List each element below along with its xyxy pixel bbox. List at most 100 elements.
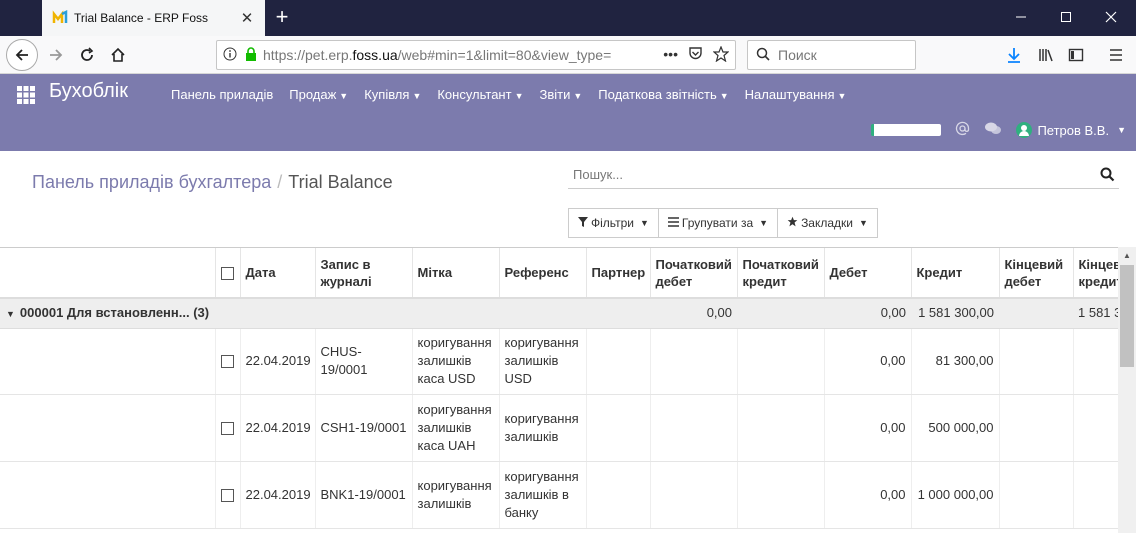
- column-header-final-debit[interactable]: Кінцевий дебет: [999, 248, 1074, 299]
- browser-search-input[interactable]: Поиск: [747, 40, 916, 70]
- column-header-journal-entry[interactable]: Запис в журналі: [315, 248, 413, 299]
- group-final-credit: 1 581 3: [1073, 298, 1118, 329]
- column-header-debit[interactable]: Дебет: [824, 248, 912, 299]
- apps-grid-icon[interactable]: [16, 85, 36, 105]
- maximize-icon[interactable]: [1043, 0, 1089, 36]
- cell-credit: 500 000,00: [911, 394, 1000, 462]
- cell-reference: коригування залишків в банку: [499, 461, 587, 529]
- back-arrow-icon[interactable]: [6, 39, 38, 71]
- group-initial-credit: [737, 298, 824, 329]
- column-header-label[interactable]: Мітка: [412, 248, 500, 299]
- group-debit: 0,00: [824, 298, 911, 329]
- sidebar-icon[interactable]: [1062, 41, 1090, 69]
- scrollbar-thumb[interactable]: [1120, 265, 1134, 367]
- reload-icon[interactable]: [73, 41, 101, 69]
- cell-journal-entry: BNK1-19/0001: [315, 461, 413, 529]
- cell-credit: 1 000 000,00: [911, 461, 1000, 529]
- app-brand-title[interactable]: Бухоблік: [49, 80, 128, 103]
- new-tab-button[interactable]: +: [268, 4, 296, 32]
- filters-button[interactable]: Фільтри ▼: [568, 208, 659, 238]
- row-checkbox[interactable]: [220, 355, 234, 369]
- cell-journal-entry: CHUS-19/0001: [315, 328, 413, 395]
- breadcrumb-parent-link[interactable]: Панель приладів бухгалтера: [32, 172, 271, 192]
- menu-item-purchases[interactable]: Купівля ▼: [364, 87, 421, 102]
- forward-arrow-icon[interactable]: [42, 41, 70, 69]
- favorites-button[interactable]: Закладки ▼: [778, 208, 878, 238]
- home-icon[interactable]: [104, 41, 132, 69]
- menu-item-tax-reports[interactable]: Податкова звітність ▼: [598, 87, 728, 102]
- chat-icon[interactable]: [984, 121, 1002, 139]
- library-icon[interactable]: [1032, 41, 1060, 69]
- star-icon: [787, 216, 798, 230]
- column-header-initial-debit[interactable]: Початковий дебет: [650, 248, 738, 299]
- search-icon[interactable]: [1095, 163, 1119, 187]
- group-row[interactable]: ▼ 000001 Для встановленн... (3) 0,00 0,00…: [0, 298, 1118, 329]
- group-final-debit: [999, 298, 1073, 329]
- group-initial-debit: 0,00: [650, 298, 737, 329]
- menu-item-adviser[interactable]: Консультант ▼: [437, 87, 523, 102]
- select-all-checkbox-cell[interactable]: [215, 248, 241, 299]
- main-menu: Панель приладів Продаж ▼ Купівля ▼ Консуль…: [171, 87, 862, 102]
- column-header-final-credit[interactable]: Кінцевий кредит: [1073, 248, 1118, 299]
- tab-title: Trial Balance - ERP Foss: [74, 11, 209, 25]
- app-topbar: Бухоблік Панель приладів Продаж ▼ Купівля…: [0, 74, 1136, 151]
- user-menu[interactable]: Петров В.В. ▼: [1016, 122, 1126, 138]
- list-icon: [667, 216, 679, 230]
- column-header-initial-credit[interactable]: Початковий кредит: [737, 248, 825, 299]
- cell-date: 22.04.2019: [240, 394, 316, 462]
- cell-date: 22.04.2019: [240, 328, 316, 395]
- lock-icon: [245, 46, 257, 64]
- search-input[interactable]: [573, 167, 1095, 182]
- column-header-reference[interactable]: Референс: [499, 248, 587, 299]
- column-header-partner[interactable]: Партнер: [586, 248, 651, 299]
- download-icon[interactable]: [1000, 41, 1028, 69]
- select-all-checkbox[interactable]: [220, 267, 234, 281]
- row-checkbox[interactable]: [220, 488, 234, 502]
- breadcrumb-separator: /: [277, 172, 283, 192]
- progress-bar: [871, 124, 942, 136]
- tab-close-icon[interactable]: ✕: [239, 9, 255, 27]
- scroll-up-arrow-icon[interactable]: ▲: [1118, 247, 1136, 264]
- table-row[interactable]: 22.04.2019 BNK1-19/0001 коригування зали…: [0, 461, 1118, 529]
- menu-item-dashboard[interactable]: Панель приладів: [171, 87, 273, 102]
- group-credit: 1 581 300,00: [911, 298, 999, 329]
- minimize-icon[interactable]: [998, 0, 1044, 36]
- menu-item-settings[interactable]: Налаштування ▼: [745, 87, 847, 102]
- filter-icon: [578, 216, 588, 230]
- caret-down-icon: ▼: [6, 308, 15, 319]
- menu-item-reports[interactable]: Звіти ▼: [540, 87, 583, 102]
- menu-item-sales[interactable]: Продаж ▼: [289, 87, 348, 102]
- user-name: Петров В.В.: [1037, 122, 1110, 138]
- search-options: Фільтри ▼ Групувати за ▼ Закладки ▼: [568, 208, 878, 238]
- group-label-cell[interactable]: ▼ 000001 Для встановленн... (3): [0, 298, 650, 329]
- cell-journal-entry: CSH1-19/0001: [315, 394, 413, 462]
- at-sign-icon[interactable]: [955, 121, 970, 139]
- table-row[interactable]: 22.04.2019 CSH1-19/0001 коригування зали…: [0, 394, 1118, 462]
- browser-titlebar: Trial Balance - ERP Foss ✕ +: [0, 0, 1136, 36]
- column-header-date[interactable]: Дата: [240, 248, 316, 299]
- page-title: Trial Balance: [288, 172, 393, 192]
- column-header-group: [0, 248, 216, 299]
- info-icon[interactable]: [223, 47, 237, 64]
- page-actions-icon[interactable]: •••: [663, 46, 678, 65]
- browser-tab[interactable]: Trial Balance - ERP Foss ✕: [42, 0, 265, 36]
- hamburger-menu-icon[interactable]: [1102, 41, 1130, 69]
- pocket-icon[interactable]: [688, 46, 703, 65]
- cell-date: 22.04.2019: [240, 461, 316, 529]
- erp-favicon-icon: [52, 10, 68, 26]
- cell-label: коригування залишків: [412, 461, 500, 529]
- row-checkbox[interactable]: [220, 421, 234, 435]
- browser-navbar: https://pet.erp.foss.ua/web#min=1&limit=…: [0, 36, 1136, 74]
- group-by-button[interactable]: Групувати за ▼: [658, 208, 779, 238]
- table-row[interactable]: 22.04.2019 CHUS-19/0001 коригування зали…: [0, 328, 1118, 395]
- cell-reference: коригування залишків USD: [499, 328, 587, 395]
- cell-label: коригування залишків каса USD: [412, 328, 500, 395]
- close-window-icon[interactable]: [1088, 0, 1134, 36]
- search-icon: [756, 47, 770, 64]
- search-box: [568, 161, 1119, 189]
- table-header-row: Дата Запис в журналі Мітка Референс Парт…: [0, 248, 1118, 299]
- bookmark-star-icon[interactable]: [712, 44, 730, 65]
- group-label: 000001 Для встановленн... (3): [19, 304, 210, 320]
- url-bar[interactable]: https://pet.erp.foss.ua/web#min=1&limit=…: [216, 40, 736, 70]
- column-header-credit[interactable]: Кредит: [911, 248, 1000, 299]
